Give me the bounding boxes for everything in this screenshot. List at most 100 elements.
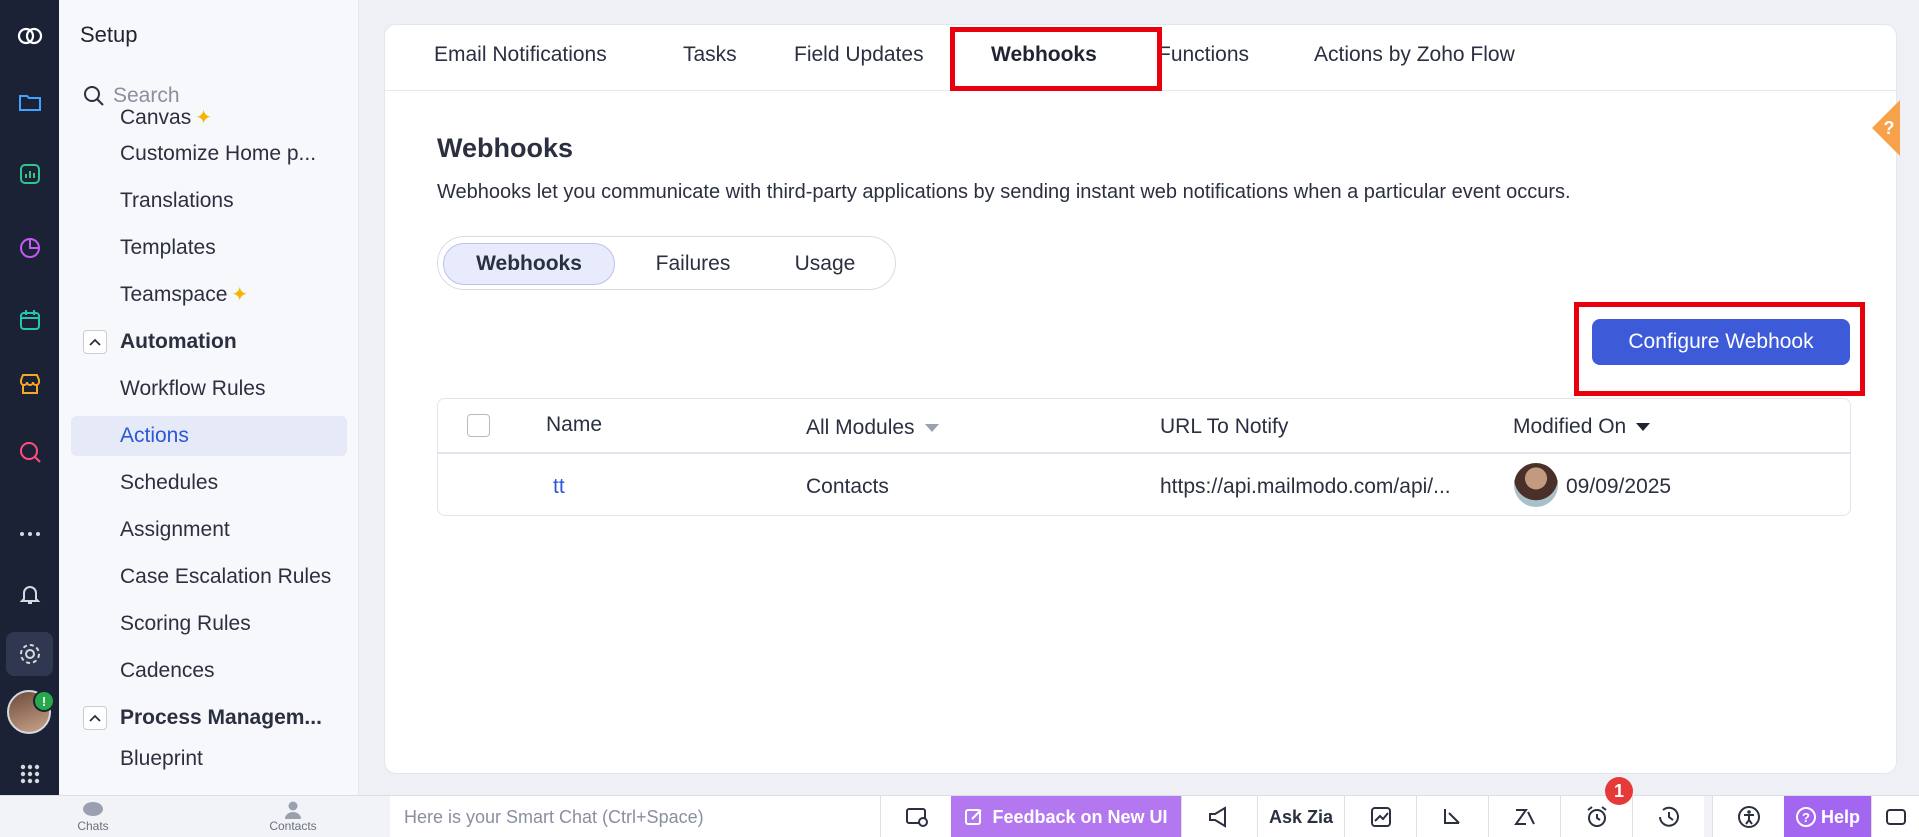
- subtab-failures[interactable]: Failures: [628, 243, 758, 285]
- subtab-group: Webhooks Failures Usage: [437, 236, 896, 290]
- webhook-modified-date: 09/09/2025: [1566, 475, 1672, 498]
- configure-webhook-button[interactable]: Configure Webhook: [1592, 319, 1850, 365]
- sidebar-group-label: Automation: [120, 329, 237, 353]
- feedback-label: Feedback on New UI: [992, 806, 1168, 827]
- sidebar-item-label: Scoring Rules: [120, 611, 251, 635]
- webhook-name-link[interactable]: tt: [553, 475, 565, 499]
- sidebar-item-schedules[interactable]: Schedules: [59, 459, 358, 506]
- reports-icon[interactable]: [0, 152, 59, 196]
- notification-count-badge: 1: [1605, 777, 1633, 805]
- status-badge-icon: !: [33, 690, 55, 712]
- page-title: Webhooks: [437, 133, 574, 163]
- sidebar-title: Setup: [80, 22, 138, 47]
- sidebar-item-blueprint[interactable]: Blueprint: [59, 741, 358, 771]
- trend-icon[interactable]: [1344, 796, 1416, 837]
- svg-text:?: ?: [1884, 118, 1895, 138]
- sidebar-item-workflow-rules[interactable]: Workflow Rules: [59, 365, 358, 412]
- sidebar-item-canvas[interactable]: Canvas ✦: [59, 100, 358, 130]
- caret-down-icon: [924, 424, 939, 433]
- help-tip-icon[interactable]: ?: [1856, 100, 1900, 156]
- main-panel: Email Notifications Tasks Field Updates …: [384, 24, 1897, 774]
- chat-widget-icon[interactable]: [1871, 796, 1919, 837]
- screen-share-icon[interactable]: [880, 796, 952, 837]
- subtab-webhooks[interactable]: Webhooks: [443, 243, 615, 285]
- sidebar-item-label: Canvas: [120, 106, 192, 129]
- zoho-logo-icon[interactable]: [0, 14, 59, 58]
- sidebar-item-cadences[interactable]: Cadences: [59, 647, 358, 694]
- tab-tasks[interactable]: Tasks: [683, 43, 737, 67]
- table-header: Name All Modules URL To Notify Modified …: [438, 399, 1850, 454]
- sidebar-item-label: Assignment: [120, 517, 230, 541]
- column-name[interactable]: Name: [546, 413, 602, 437]
- page-description: Webhooks let you communicate with third-…: [437, 181, 1571, 203]
- column-url: URL To Notify: [1160, 415, 1289, 438]
- calendar-icon[interactable]: [0, 298, 59, 342]
- tab-email-notifications[interactable]: Email Notifications: [434, 43, 607, 67]
- signal-icon[interactable]: [1416, 796, 1488, 837]
- sparkle-icon: ✦: [231, 284, 249, 306]
- sidebar-item-label: Schedules: [120, 470, 219, 494]
- accessibility-icon[interactable]: [1712, 796, 1784, 837]
- sidebar-item-label: Translations: [120, 188, 234, 212]
- folder-icon[interactable]: [0, 80, 59, 124]
- question-icon: ?: [1795, 807, 1816, 827]
- column-modified-sort[interactable]: Modified On: [1513, 415, 1651, 439]
- sidebar-item-scoring-rules[interactable]: Scoring Rules: [59, 600, 358, 647]
- modifier-avatar: [1514, 463, 1558, 507]
- sidebar-item-customize-home[interactable]: Customize Home p...: [59, 130, 358, 177]
- sidebar-item-label: Actions: [120, 424, 189, 447]
- search-analytics-icon[interactable]: [0, 430, 59, 474]
- sidebar-group-automation[interactable]: Automation: [59, 318, 358, 365]
- settings-gear-icon[interactable]: [6, 632, 53, 676]
- help-button[interactable]: ? Help: [1784, 796, 1871, 837]
- sidebar-group-process[interactable]: Process Managem...: [59, 694, 358, 741]
- megaphone-icon[interactable]: [1181, 796, 1257, 837]
- sidebar-item-templates[interactable]: Templates: [59, 224, 358, 271]
- marketplace-icon[interactable]: [0, 362, 59, 406]
- sidebar-item-actions[interactable]: Actions: [71, 416, 347, 456]
- highlight-box-webhooks-tab: [950, 27, 1162, 91]
- history-icon[interactable]: [1632, 796, 1704, 837]
- subtab-usage[interactable]: Usage: [760, 243, 890, 285]
- more-icon[interactable]: [0, 512, 59, 556]
- apps-grid-icon[interactable]: [0, 752, 59, 796]
- sidebar-item-case-escalation[interactable]: Case Escalation Rules: [59, 553, 358, 600]
- analytics-icon[interactable]: [0, 226, 59, 270]
- zia-icon[interactable]: [1488, 796, 1560, 837]
- chevron-up-icon[interactable]: [83, 706, 107, 730]
- sidebar-list: Canvas ✦ Customize Home p... Translations…: [59, 106, 358, 771]
- select-all-checkbox[interactable]: [467, 414, 490, 437]
- smart-chat-input[interactable]: Here is your Smart Chat (Ctrl+Space): [390, 796, 880, 837]
- sidebar-item-teamspace[interactable]: Teamspace ✦: [59, 271, 358, 318]
- help-label: Help: [1820, 806, 1860, 827]
- tab-functions[interactable]: Functions: [1158, 43, 1249, 67]
- sidebar-item-translations[interactable]: Translations: [59, 177, 358, 224]
- sort-down-icon: [1636, 423, 1651, 432]
- bottom-bar: Chats Contacts Here is your Smart Chat (…: [0, 795, 1919, 837]
- sidebar-item-label: Blueprint: [120, 747, 203, 770]
- setup-sidebar: Setup Search Canvas ✦ Customize Home p...…: [59, 0, 359, 795]
- webhooks-table: Name All Modules URL To Notify Modified …: [437, 398, 1851, 516]
- sidebar-item-assignment[interactable]: Assignment: [59, 506, 358, 553]
- contact-person-icon: [285, 801, 301, 819]
- column-modules-label: All Modules: [806, 416, 915, 439]
- chevron-up-icon[interactable]: [83, 330, 107, 354]
- sidebar-item-label: Teamspace: [120, 282, 228, 306]
- ask-zia-button[interactable]: Ask Zia: [1257, 796, 1344, 837]
- sidebar-item-label: Customize Home p...: [120, 141, 317, 165]
- bell-icon[interactable]: [0, 572, 59, 616]
- column-modified-label: Modified On: [1513, 415, 1627, 438]
- chats-button[interactable]: Chats: [28, 796, 158, 837]
- webhook-url: https://api.mailmodo.com/api/...: [1160, 475, 1451, 498]
- feedback-button[interactable]: Feedback on New UI: [951, 796, 1181, 837]
- sidebar-item-label: Templates: [120, 235, 216, 259]
- tab-actions-by-zoho-flow[interactable]: Actions by Zoho Flow: [1314, 43, 1515, 67]
- column-modules-filter[interactable]: All Modules: [806, 416, 939, 440]
- contacts-button[interactable]: Contacts: [228, 796, 358, 837]
- app-rail: [0, 0, 59, 795]
- sidebar-item-label: Cadences: [120, 658, 215, 682]
- sidebar-group-label: Process Managem...: [120, 705, 322, 729]
- tab-field-updates[interactable]: Field Updates: [794, 43, 924, 67]
- sparkle-icon: ✦: [195, 107, 212, 129]
- contacts-label: Contacts: [269, 819, 317, 833]
